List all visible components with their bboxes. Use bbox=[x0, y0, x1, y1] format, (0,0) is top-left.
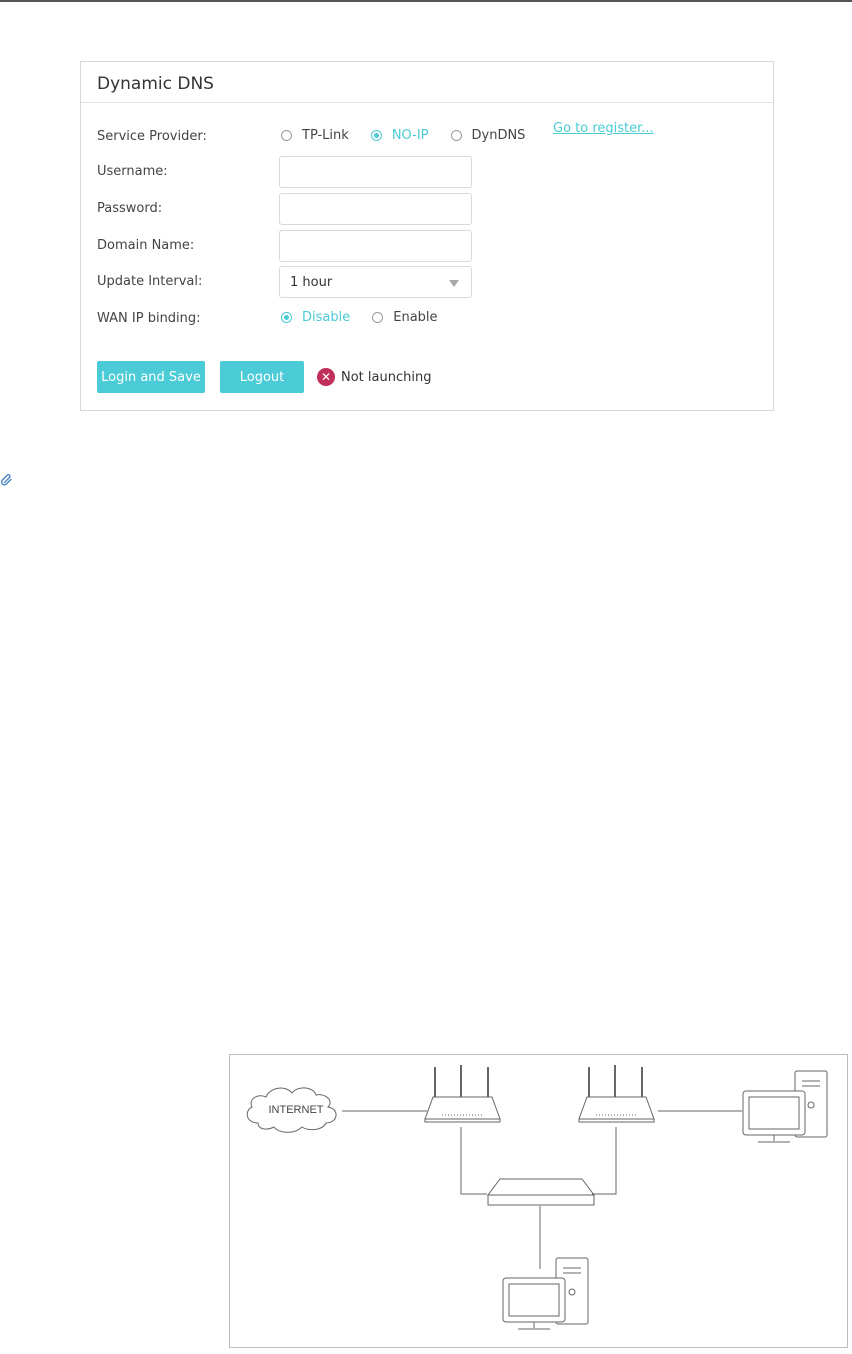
username-row: Username: bbox=[97, 156, 497, 188]
radio-tp-link-label: TP-Link bbox=[302, 128, 349, 143]
status-indicator: ✕ Not launching bbox=[317, 368, 431, 386]
router2-switch-link bbox=[592, 1127, 617, 1195]
panel-title: Dynamic DNS bbox=[97, 74, 214, 94]
logout-button[interactable]: Logout bbox=[220, 361, 304, 393]
network-topology-diagram: INTERNET bbox=[229, 1054, 848, 1348]
radio-enable[interactable]: Enable bbox=[372, 310, 438, 325]
domain-name-input[interactable] bbox=[279, 230, 472, 262]
update-interval-value: 1 hour bbox=[290, 275, 333, 290]
dynamic-dns-panel: Dynamic DNS Service Provider: TP-Link NO… bbox=[80, 61, 774, 411]
router1-switch-link bbox=[460, 1127, 487, 1195]
radio-dyndns-circle[interactable] bbox=[450, 130, 462, 141]
username-label: Username: bbox=[97, 164, 168, 179]
update-interval-select[interactable]: 1 hour bbox=[279, 266, 472, 298]
panel-divider bbox=[81, 102, 773, 103]
status-text: Not launching bbox=[341, 369, 432, 385]
password-label: Password: bbox=[97, 201, 163, 216]
password-input[interactable] bbox=[279, 193, 472, 225]
router-2-icon bbox=[578, 1065, 655, 1123]
radio-no-ip-label: NO-IP bbox=[391, 128, 429, 143]
topology-svg bbox=[246, 1065, 828, 1330]
radio-enable-circle[interactable] bbox=[372, 312, 384, 323]
radio-disable[interactable]: Disable bbox=[281, 310, 350, 325]
domain-name-row: Domain Name: bbox=[97, 230, 497, 262]
radio-disable-circle[interactable] bbox=[281, 312, 292, 323]
service-provider-radio-group: TP-Link NO-IP DynDNS bbox=[281, 128, 547, 143]
update-interval-row: Update Interval: 1 hour bbox=[97, 266, 497, 298]
radio-enable-label: Enable bbox=[393, 310, 438, 325]
radio-dyndns[interactable]: DynDNS bbox=[450, 128, 526, 143]
login-and-save-button[interactable]: Login and Save bbox=[97, 361, 205, 393]
radio-disable-label: Disable bbox=[302, 310, 351, 325]
radio-tp-link-circle[interactable] bbox=[281, 130, 292, 141]
service-provider-row: Service Provider: TP-Link NO-IP DynDNS G… bbox=[97, 121, 757, 153]
wan-ip-binding-row: WAN IP binding: Disable Enable bbox=[97, 303, 497, 335]
internet-label: INTERNET bbox=[268, 1104, 324, 1116]
switch-icon bbox=[487, 1178, 595, 1206]
paperclip-icon bbox=[0, 474, 12, 486]
go-to-register-link[interactable]: Go to register... bbox=[553, 121, 654, 136]
domain-name-label: Domain Name: bbox=[97, 238, 195, 253]
computer-2-icon bbox=[502, 1257, 589, 1330]
radio-no-ip[interactable]: NO-IP bbox=[370, 128, 429, 143]
update-interval-label: Update Interval: bbox=[97, 274, 203, 289]
wan-ip-binding-radio-group: Disable Enable bbox=[281, 310, 460, 325]
top-rule bbox=[0, 0, 852, 2]
wan-ip-binding-label: WAN IP binding: bbox=[97, 311, 201, 326]
error-x-icon: ✕ bbox=[317, 368, 335, 386]
radio-dyndns-label: DynDNS bbox=[471, 128, 526, 143]
chevron-down-icon bbox=[449, 280, 459, 287]
radio-tp-link[interactable]: TP-Link bbox=[281, 128, 349, 143]
password-row: Password: bbox=[97, 193, 497, 225]
computer-1-icon bbox=[742, 1070, 828, 1143]
service-provider-label: Service Provider: bbox=[97, 129, 207, 144]
router-1-icon bbox=[424, 1065, 501, 1123]
username-input[interactable] bbox=[279, 156, 472, 188]
radio-no-ip-circle[interactable] bbox=[370, 130, 382, 141]
